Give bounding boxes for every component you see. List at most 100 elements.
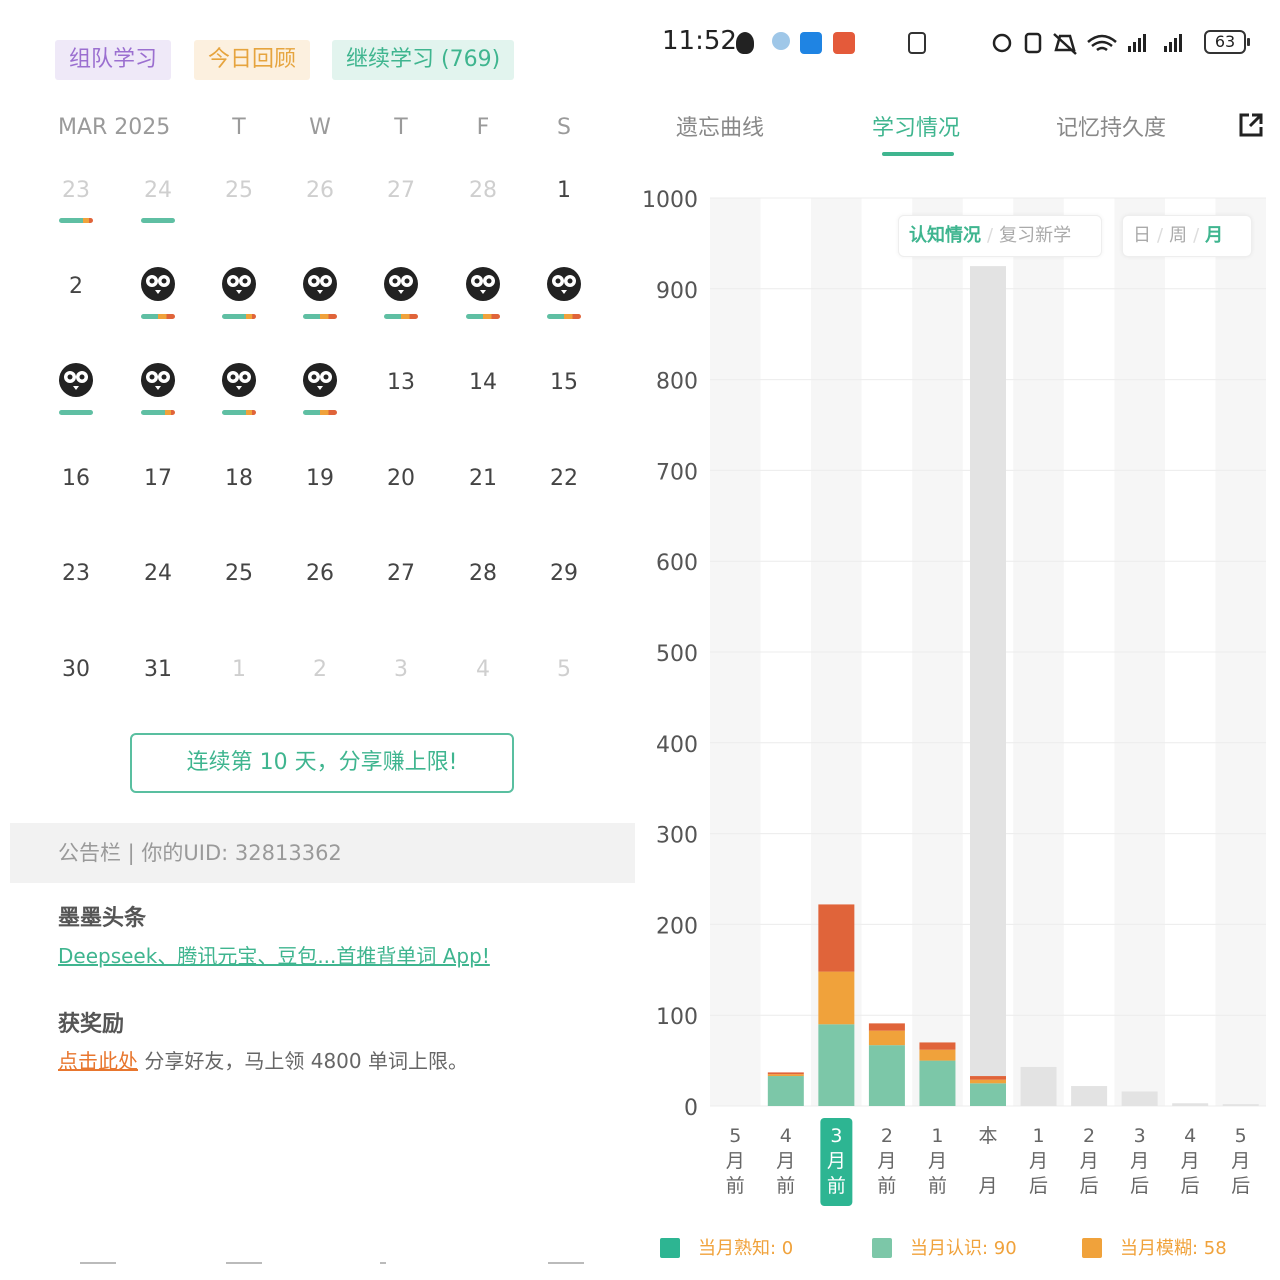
owl-mascot-icon[interactable] — [221, 362, 257, 398]
y-tick-label: 0 — [684, 1096, 698, 1121]
legend-swatch — [660, 1238, 680, 1258]
headline-link[interactable]: Deepseek、腾讯元宝、豆包...首推背单词 App! — [58, 940, 490, 969]
calendar-day[interactable]: 19 — [290, 466, 350, 491]
calendar-day[interactable]: 1 — [209, 657, 269, 682]
wifi-icon — [1087, 34, 1117, 52]
calendar-day[interactable]: 27 — [371, 561, 431, 586]
nav-dot-icon[interactable] — [380, 1262, 386, 1272]
period-week[interactable]: 周 — [1169, 225, 1187, 246]
progress-bar — [59, 218, 93, 223]
x-tick-label: 后 — [1080, 1175, 1099, 1197]
owl-mascot-icon[interactable] — [140, 266, 176, 302]
owl-mascot-icon[interactable] — [58, 362, 94, 398]
reward-title: 获奖励 — [58, 1012, 125, 1037]
calendar-day[interactable]: 28 — [453, 561, 513, 586]
owl-mascot-icon[interactable] — [302, 362, 338, 398]
x-tick-label: 后 — [1029, 1175, 1048, 1197]
calendar-day[interactable]: 20 — [371, 466, 431, 491]
y-tick-label: 400 — [656, 733, 698, 758]
x-tick-label: 4 — [1184, 1125, 1196, 1147]
calendar-day[interactable]: 31 — [128, 657, 188, 682]
nav-book-icon[interactable] — [226, 1262, 262, 1272]
calendar-day[interactable]: 15 — [534, 370, 594, 395]
active-tab-indicator — [882, 152, 954, 156]
owl-mascot-icon[interactable] — [383, 266, 419, 302]
owl-mascot-icon[interactable] — [140, 362, 176, 398]
mode-toggle[interactable]: 认知情况 / 复习新学 — [898, 215, 1102, 257]
calendar-day[interactable]: 16 — [46, 466, 106, 491]
calendar-day[interactable]: 17 — [128, 466, 188, 491]
study-bar-chart: 010020030040050060070080090010005月前4月前3月… — [642, 188, 1266, 1206]
mode-review-new[interactable]: 复习新学 — [999, 225, 1071, 246]
x-tick-label: 2 — [881, 1125, 893, 1147]
period-day[interactable]: 日 — [1133, 225, 1151, 246]
calendar-day[interactable]: 25 — [209, 178, 269, 203]
stats-panel: 11:52 63 遗忘曲线 学习情况 记忆持久度 0 100 200 300 400 50… — [640, 0, 1280, 1280]
owl-mascot-icon[interactable] — [302, 266, 338, 302]
bar-segment — [970, 266, 1006, 1077]
tab-memory-durability[interactable]: 记忆持久度 — [1056, 110, 1166, 142]
calendar-day[interactable]: 25 — [209, 561, 269, 586]
owl-mascot-icon[interactable] — [221, 266, 257, 302]
signal-icon-1 — [1128, 34, 1146, 52]
streak-share-button[interactable]: 连续第 10 天，分享赚上限! — [130, 733, 514, 793]
mode-cognition[interactable]: 认知情况 — [909, 225, 981, 246]
calendar-day[interactable]: 13 — [371, 370, 431, 395]
x-tick-label: 前 — [776, 1175, 795, 1197]
continue-study-button[interactable]: 继续学习 (769) — [332, 40, 515, 80]
nav-home-icon[interactable] — [80, 1262, 116, 1272]
alarm-icon — [992, 33, 1012, 53]
calendar-day[interactable]: 2 — [46, 274, 106, 299]
calendar-day[interactable]: 26 — [290, 178, 350, 203]
nav-profile-icon[interactable] — [548, 1262, 584, 1272]
progress-bar — [303, 410, 337, 415]
y-tick-label: 900 — [656, 279, 698, 304]
bar-segment — [919, 1049, 956, 1061]
owl-mascot-icon[interactable] — [546, 266, 582, 302]
external-link-icon[interactable] — [1238, 112, 1264, 138]
calendar-panel: 组队学习 今日回顾 继续学习 (769) MAR 2025 连续第 10 天，分… — [0, 0, 640, 1280]
calendar-day[interactable]: 28 — [453, 178, 513, 203]
y-tick-label: 600 — [656, 551, 698, 576]
x-tick-label: 5 — [729, 1125, 741, 1147]
team-study-button[interactable]: 组队学习 — [55, 40, 172, 80]
calendar-day[interactable]: 23 — [46, 178, 106, 203]
calendar-day[interactable]: 26 — [290, 561, 350, 586]
bar-segment — [868, 1023, 905, 1031]
x-tick-label: 月 — [978, 1175, 997, 1197]
tab-forgetting-curve[interactable]: 遗忘曲线 — [676, 110, 764, 142]
x-tick-label: 月 — [928, 1150, 947, 1172]
x-tick-label: 月 — [1231, 1150, 1250, 1172]
reward-line: 点击此处 分享好友，马上领 4800 单词上限。 — [58, 1045, 468, 1074]
calendar-day[interactable]: 23 — [46, 561, 106, 586]
weekday-label: S — [557, 115, 571, 140]
x-tick-label: 前 — [928, 1175, 947, 1197]
calendar-day[interactable]: 29 — [534, 561, 594, 586]
calendar-day[interactable]: 21 — [453, 466, 513, 491]
calendar-day[interactable]: 3 — [371, 657, 431, 682]
tab-study-status[interactable]: 学习情况 — [872, 110, 960, 142]
today-review-button[interactable]: 今日回顾 — [194, 40, 311, 80]
calendar-day[interactable]: 24 — [128, 561, 188, 586]
weekday-label: T — [394, 115, 408, 140]
calendar-day[interactable]: 18 — [209, 466, 269, 491]
progress-bar — [384, 314, 418, 319]
calendar-day[interactable]: 22 — [534, 466, 594, 491]
period-toggle[interactable]: 日 / 周 / 月 — [1122, 215, 1252, 257]
bar-segment — [868, 1045, 905, 1106]
calendar-day[interactable]: 30 — [46, 657, 106, 682]
mode-separator: / — [987, 225, 994, 246]
owl-mascot-icon[interactable] — [465, 266, 501, 302]
calendar-day[interactable]: 4 — [453, 657, 513, 682]
zhihu-icon — [800, 32, 822, 54]
battery-indicator: 63 — [1204, 30, 1250, 54]
qq-icon — [736, 32, 754, 54]
calendar-day[interactable]: 14 — [453, 370, 513, 395]
calendar-day[interactable]: 5 — [534, 657, 594, 682]
reward-link[interactable]: 点击此处 — [58, 1049, 138, 1073]
period-month[interactable]: 月 — [1205, 225, 1223, 246]
calendar-day[interactable]: 24 — [128, 178, 188, 203]
calendar-day[interactable]: 27 — [371, 178, 431, 203]
calendar-day[interactable]: 1 — [534, 178, 594, 203]
calendar-day[interactable]: 2 — [290, 657, 350, 682]
